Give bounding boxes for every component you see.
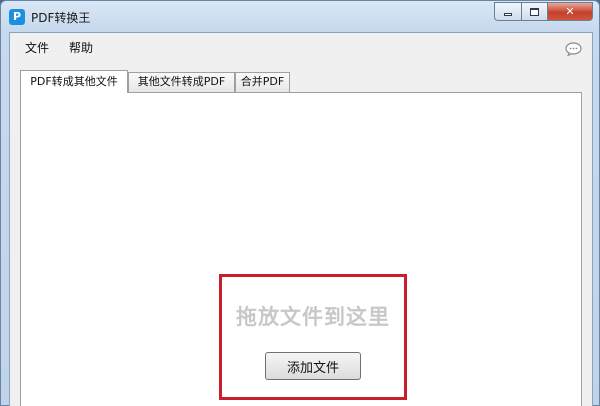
- menu-bar: 文件 帮助: [10, 33, 592, 59]
- maximize-button[interactable]: [521, 2, 547, 21]
- close-icon: ✕: [565, 5, 575, 18]
- client-area: 文件 帮助 PDF转成其他文件 其他文件转成PDF 合并PDF 拖放文件到这里 …: [9, 32, 593, 406]
- tab-merge-pdf[interactable]: 合并PDF: [235, 72, 290, 92]
- window-title: PDF转换王: [31, 11, 91, 25]
- add-file-button[interactable]: 添加文件: [265, 352, 361, 380]
- window-controls: ✕: [494, 2, 593, 22]
- drop-zone[interactable]: 拖放文件到这里 添加文件: [219, 274, 407, 400]
- title-bar[interactable]: P PDF转换王 ✕: [1, 1, 599, 33]
- menu-file[interactable]: 文件: [25, 39, 49, 56]
- menu-help[interactable]: 帮助: [69, 39, 93, 56]
- minimize-icon: [504, 13, 512, 16]
- chat-bubble-icon[interactable]: [565, 42, 582, 56]
- tab-other-to-pdf[interactable]: 其他文件转成PDF: [128, 72, 235, 92]
- tab-panel[interactable]: 拖放文件到这里 添加文件: [20, 92, 582, 406]
- drop-hint: 拖放文件到这里: [236, 305, 390, 329]
- tab-pdf-to-other[interactable]: PDF转成其他文件: [20, 70, 128, 93]
- minimize-button[interactable]: [494, 2, 521, 21]
- pdf-app-icon: P: [9, 9, 25, 25]
- app-window: P PDF转换王 ✕ 文件 帮助 PDF转成其他文件 其他文件转成PDF 合并P…: [0, 0, 600, 406]
- close-button[interactable]: ✕: [547, 2, 593, 21]
- maximize-icon: [530, 7, 539, 16]
